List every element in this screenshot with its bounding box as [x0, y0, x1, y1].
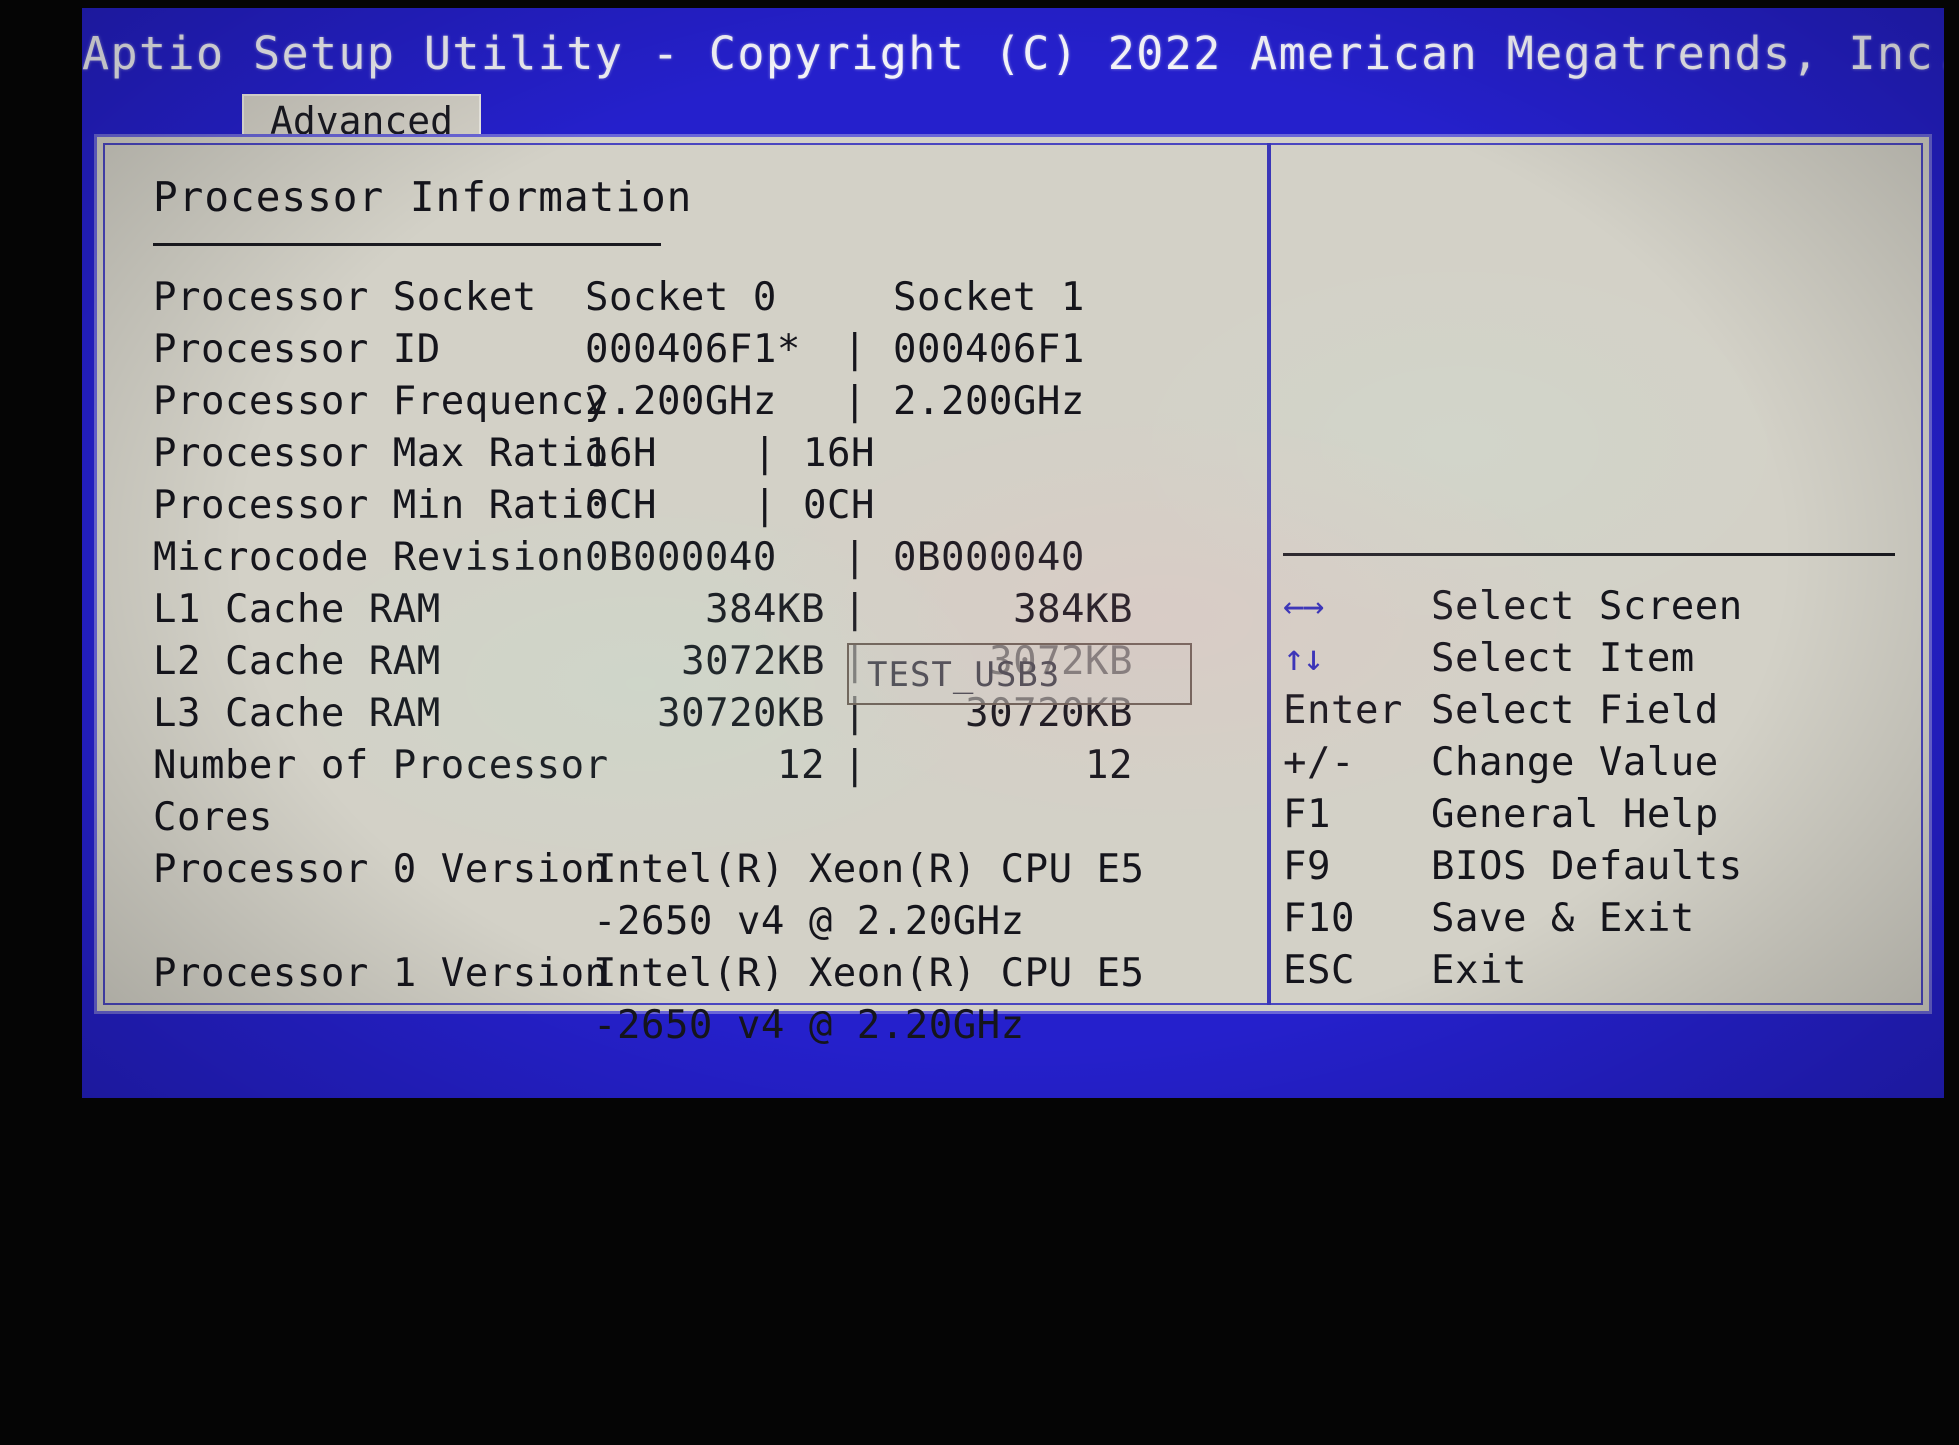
- esc-key-label: ESC: [1283, 948, 1355, 993]
- row-separator: |: [843, 587, 867, 632]
- monitor-bezel: Aptio Setup Utility - Copyright (C) 2022…: [0, 0, 1959, 1445]
- row-value-socket0: 12: [777, 743, 825, 788]
- row-separator: |: [843, 535, 867, 580]
- section-heading: Processor Information: [153, 173, 693, 221]
- row-label: Number of Processor: [153, 743, 609, 788]
- row-value-socket1: 0B000040: [893, 535, 1085, 580]
- legend-label: General Help: [1431, 792, 1719, 837]
- row-value-socket0: 2.200GHz: [585, 379, 777, 424]
- legend-item-change-value: +/- Change Value: [1283, 737, 1933, 789]
- row-value-socket1: 2.200GHz: [893, 379, 1085, 424]
- f1-key-label: F1: [1283, 792, 1331, 837]
- row-label: Processor Min Ratio: [153, 483, 609, 528]
- row-value-socket0: 0B000040: [585, 535, 777, 580]
- row-value-socket0: 3072KB: [681, 639, 825, 684]
- row-value-socket0: 30720KB: [657, 691, 825, 736]
- row-value-socket1: 0CH: [803, 483, 875, 528]
- settings-pane: Processor Information Processor Socket S…: [105, 145, 1267, 1048]
- legend-item-save-and-exit: F10 Save & Exit: [1283, 893, 1933, 945]
- enter-key-label: Enter: [1283, 688, 1403, 733]
- test-usb3-overlay-window[interactable]: TEST_USB3: [847, 643, 1192, 705]
- table-row: Processor ID 000406F1* | 000406F1: [153, 324, 1267, 376]
- row-value-version-line1: Intel(R) Xeon(R) CPU E5: [593, 847, 1145, 892]
- row-value-socket1: 16H: [803, 431, 875, 476]
- row-label: L2 Cache RAM: [153, 639, 441, 684]
- setup-body-frame: Processor Information Processor Socket S…: [94, 134, 1932, 1048]
- legend-label: Exit: [1431, 948, 1527, 993]
- row-label: Cores: [153, 795, 273, 840]
- legend-label: Select Item: [1431, 636, 1695, 681]
- row-value-socket0: 16H: [585, 431, 657, 476]
- row-label: L3 Cache RAM: [153, 691, 441, 736]
- help-pane: ←→ Select Screen ↑↓ Select Item Enter Se…: [1271, 145, 1921, 1003]
- legend-item-select-screen: ←→ Select Screen: [1283, 581, 1933, 633]
- legend-item-general-help: F1 General Help: [1283, 789, 1933, 841]
- table-row: Processor 0 Version Intel(R) Xeon(R) CPU…: [153, 844, 1267, 896]
- plus-minus-key-label: +/-: [1283, 740, 1355, 785]
- row-value-socket1: 384KB: [1013, 587, 1133, 632]
- section-divider: [153, 243, 661, 246]
- row-value-socket1: Socket 1: [893, 275, 1085, 320]
- row-label: Processor ID: [153, 327, 441, 372]
- row-label: Processor Max Ratio: [153, 431, 609, 476]
- row-label: Processor Frequency: [153, 379, 609, 424]
- row-value-socket0: 0CH: [585, 483, 657, 528]
- table-row: L1 Cache RAM 384KB | 384KB: [153, 584, 1267, 636]
- row-separator: |: [843, 327, 867, 372]
- row-value-socket0: Socket 0: [585, 275, 777, 320]
- row-label: Microcode Revision: [153, 535, 585, 580]
- row-separator: |: [753, 483, 777, 528]
- bottom-blue-strip: [82, 1016, 1944, 1098]
- table-row: Cores: [153, 792, 1267, 844]
- legend-item-exit: ESC Exit: [1283, 945, 1933, 997]
- row-value-socket0: 384KB: [705, 587, 825, 632]
- row-label: L1 Cache RAM: [153, 587, 441, 632]
- f10-key-label: F10: [1283, 896, 1355, 941]
- left-right-arrows-icon: ←→: [1283, 586, 1324, 627]
- legend-label: Change Value: [1431, 740, 1719, 785]
- row-value-version-line1: Intel(R) Xeon(R) CPU E5: [593, 951, 1145, 996]
- row-label: Processor 1 Version: [153, 951, 609, 996]
- keyboard-legend: ←→ Select Screen ↑↓ Select Item Enter Se…: [1283, 581, 1933, 997]
- table-row: Processor Min Ratio 0CH | 0CH: [153, 480, 1267, 532]
- row-separator: |: [843, 379, 867, 424]
- help-divider: [1283, 553, 1895, 556]
- up-down-arrows-icon: ↑↓: [1283, 638, 1324, 679]
- table-row: -2650 v4 @ 2.20GHz: [153, 896, 1267, 948]
- legend-label: Select Field: [1431, 688, 1719, 733]
- row-label: Processor 0 Version: [153, 847, 609, 892]
- table-row: Processor 1 Version Intel(R) Xeon(R) CPU…: [153, 948, 1267, 1000]
- legend-item-select-item: ↑↓ Select Item: [1283, 633, 1933, 685]
- legend-item-select-field: Enter Select Field: [1283, 685, 1933, 737]
- bios-screen: Aptio Setup Utility - Copyright (C) 2022…: [82, 8, 1944, 1098]
- table-row: Processor Frequency 2.200GHz | 2.200GHz: [153, 376, 1267, 428]
- legend-item-bios-defaults: F9 BIOS Defaults: [1283, 841, 1933, 893]
- f9-key-label: F9: [1283, 844, 1331, 889]
- row-value-socket1: 000406F1: [893, 327, 1085, 372]
- table-row: Processor Socket Socket 0 Socket 1: [153, 272, 1267, 324]
- table-row: Microcode Revision 0B000040 | 0B000040: [153, 532, 1267, 584]
- row-separator: |: [753, 431, 777, 476]
- page-title: Aptio Setup Utility - Copyright (C) 2022…: [82, 27, 1944, 80]
- row-value-version-line2: -2650 v4 @ 2.20GHz: [593, 899, 1025, 944]
- setup-body-inner: Processor Information Processor Socket S…: [103, 143, 1923, 1048]
- test-usb3-label: TEST_USB3: [867, 655, 1061, 695]
- row-label: Processor Socket: [153, 275, 537, 320]
- legend-label: Save & Exit: [1431, 896, 1695, 941]
- row-separator: |: [843, 743, 867, 788]
- legend-label: BIOS Defaults: [1431, 844, 1743, 889]
- legend-label: Select Screen: [1431, 584, 1743, 629]
- table-row: Processor Max Ratio 16H | 16H: [153, 428, 1267, 480]
- row-value-socket1: 12: [1085, 743, 1133, 788]
- row-value-socket0: 000406F1*: [585, 327, 801, 372]
- table-row: Number of Processor 12 | 12: [153, 740, 1267, 792]
